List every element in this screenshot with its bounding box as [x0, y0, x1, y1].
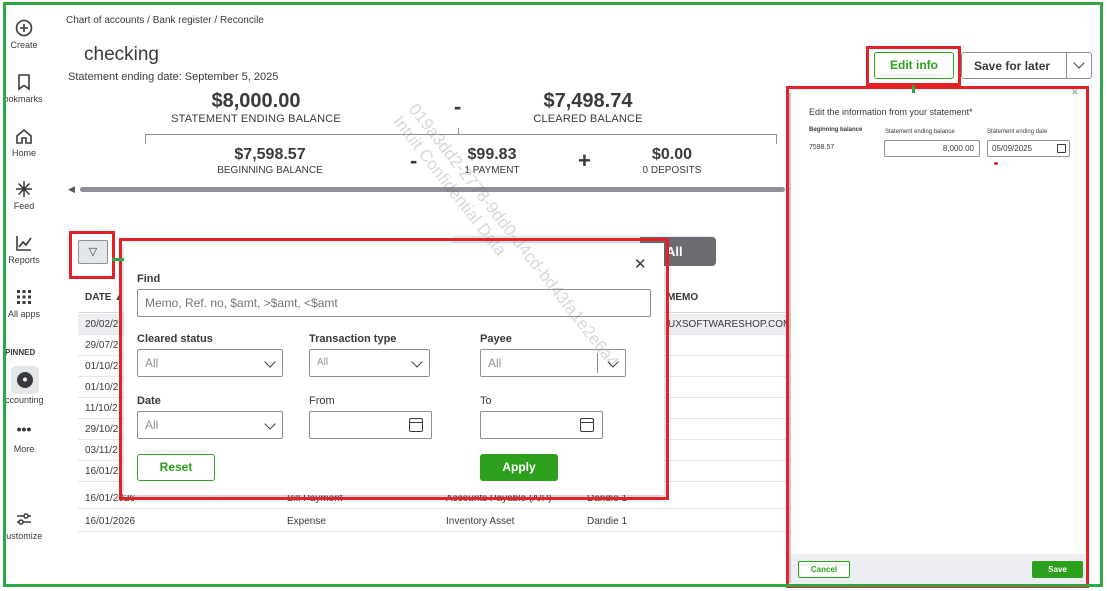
- nav-all-apps[interactable]: All apps: [5, 288, 43, 319]
- nav-customize[interactable]: Customize: [5, 510, 43, 541]
- annotation-connector-filter: [112, 258, 124, 261]
- payee-label: Payee: [480, 333, 512, 345]
- chevron-down-icon: [264, 418, 276, 430]
- sparkle-icon: [16, 181, 32, 197]
- ending-balance-input[interactable]: 8,000.00: [884, 140, 980, 157]
- nav-create[interactable]: Create: [5, 19, 43, 50]
- to-label: To: [480, 395, 492, 407]
- nav-home[interactable]: Home: [5, 127, 43, 158]
- panel-close-icon[interactable]: ✕: [1071, 87, 1079, 98]
- transaction-type-label: Transaction type: [309, 333, 397, 345]
- page-title: checking: [84, 44, 159, 65]
- nav-bookmarks[interactable]: Bookmarks: [5, 73, 43, 104]
- popup-close-icon[interactable]: ✕: [634, 255, 647, 273]
- statement-ending-date: Statement ending date: September 5, 2025: [68, 71, 279, 83]
- breadcrumb[interactable]: Chart of accounts / Bank register / Reco…: [66, 15, 264, 26]
- bookmark-icon: [18, 74, 30, 91]
- calendar-icon[interactable]: [1057, 144, 1066, 153]
- save-button[interactable]: Save: [1032, 561, 1083, 578]
- payments-amount: $99.83: [467, 146, 517, 163]
- nav-reports[interactable]: Reports: [5, 234, 43, 265]
- accounting-icon: ⏺: [17, 372, 33, 388]
- plus-operator: +: [578, 148, 591, 173]
- find-label: Find: [137, 273, 161, 285]
- summary-bracket: [145, 134, 777, 144]
- column-header-date[interactable]: DATE ▲: [85, 292, 124, 303]
- find-input[interactable]: [137, 289, 651, 317]
- ending-balance-field-label: Statement ending balance: [885, 129, 955, 135]
- deposits-label: 0 DEPOSITS: [642, 165, 702, 176]
- beginning-balance-field-label: Beginning balance: [809, 127, 863, 133]
- chevron-down-icon: [607, 356, 619, 368]
- grid-icon: [17, 290, 31, 304]
- scrollbar-thumb[interactable]: [80, 187, 785, 192]
- beginning-balance-label: BEGINNING BALANCE: [217, 165, 323, 176]
- chevron-down-icon: [411, 356, 423, 368]
- sliders-icon: [17, 513, 31, 525]
- calendar-icon[interactable]: [409, 418, 423, 432]
- minus-operator-2: -: [410, 148, 418, 173]
- deposits-amount: $0.00: [651, 146, 693, 163]
- nav-accounting[interactable]: Accounting: [5, 395, 43, 405]
- statement-ending-balance-amount: $8,000.00: [211, 90, 301, 112]
- ending-date-input[interactable]: 05/09/2025: [987, 140, 1070, 157]
- scroll-left-icon[interactable]: ◀: [68, 184, 75, 195]
- ellipsis-icon: •••: [16, 423, 32, 437]
- cleared-balance-label: CLEARED BALANCE: [533, 113, 643, 125]
- minus-operator: -: [454, 94, 462, 119]
- filter-button[interactable]: ▽: [78, 240, 108, 264]
- nav-feed[interactable]: Feed: [5, 180, 43, 211]
- from-label: From: [309, 395, 335, 407]
- cleared-status-select[interactable]: All: [137, 349, 283, 377]
- panel-footer: Cancel Save: [791, 554, 1085, 584]
- chevron-down-icon[interactable]: [1073, 57, 1085, 69]
- plus-circle-icon: [15, 19, 33, 37]
- payee-select[interactable]: All: [480, 349, 626, 377]
- nav-accounting-icon[interactable]: ⏺: [11, 366, 39, 394]
- beginning-balance-value: 7598.57: [809, 144, 835, 151]
- transaction-type-select[interactable]: All: [309, 349, 430, 377]
- split-button-divider: [1066, 53, 1067, 78]
- save-for-later-button[interactable]: Save for later: [961, 52, 1092, 79]
- ending-date-field-label: Statement ending date: [987, 129, 1048, 135]
- edit-info-button[interactable]: Edit info: [874, 52, 954, 79]
- chevron-down-icon: [264, 356, 276, 368]
- summary-bracket-mid: [458, 128, 459, 135]
- calendar-icon[interactable]: [580, 418, 594, 432]
- from-date-input[interactable]: [309, 411, 432, 439]
- edit-statement-panel: ✕ Edit the information from your stateme…: [791, 87, 1085, 584]
- reset-button[interactable]: Reset: [137, 454, 215, 481]
- beginning-balance-amount: $7,598.57: [234, 146, 306, 163]
- panel-title: Edit the information from your statement…: [809, 107, 973, 117]
- filter-popup: ✕ Find Cleared status All Transaction ty…: [124, 243, 664, 495]
- annotation-connector-edit: [912, 85, 915, 93]
- apply-button[interactable]: Apply: [480, 454, 558, 481]
- line-chart-icon: [16, 236, 32, 251]
- table-row[interactable]: 16/01/2026 Expense Inventory Asset Dandi…: [78, 511, 790, 532]
- statement-ending-balance-label: STATEMENT ENDING BALANCE: [171, 113, 341, 125]
- nav-pinned-label: PINNED: [5, 348, 36, 357]
- cleared-status-label: Cleared status: [137, 333, 213, 345]
- date-label: Date: [137, 395, 161, 407]
- column-header-memo[interactable]: MEMO: [667, 292, 698, 303]
- to-date-input[interactable]: [480, 411, 603, 439]
- cancel-button[interactable]: Cancel: [798, 561, 850, 578]
- left-nav: Create Bookmarks Home Feed Reports All a…: [5, 5, 43, 585]
- home-icon: [16, 128, 32, 144]
- horizontal-scrollbar[interactable]: ◀: [68, 184, 788, 195]
- annotation-red-mark: [994, 162, 998, 165]
- cleared-balance-amount: $7,498.74: [543, 90, 633, 112]
- date-select[interactable]: All: [137, 411, 283, 439]
- payee-select-divider: [597, 353, 598, 373]
- funnel-icon: ▽: [88, 246, 98, 258]
- payments-label: 1 PAYMENT: [464, 165, 520, 176]
- nav-more[interactable]: ••• More: [5, 423, 43, 454]
